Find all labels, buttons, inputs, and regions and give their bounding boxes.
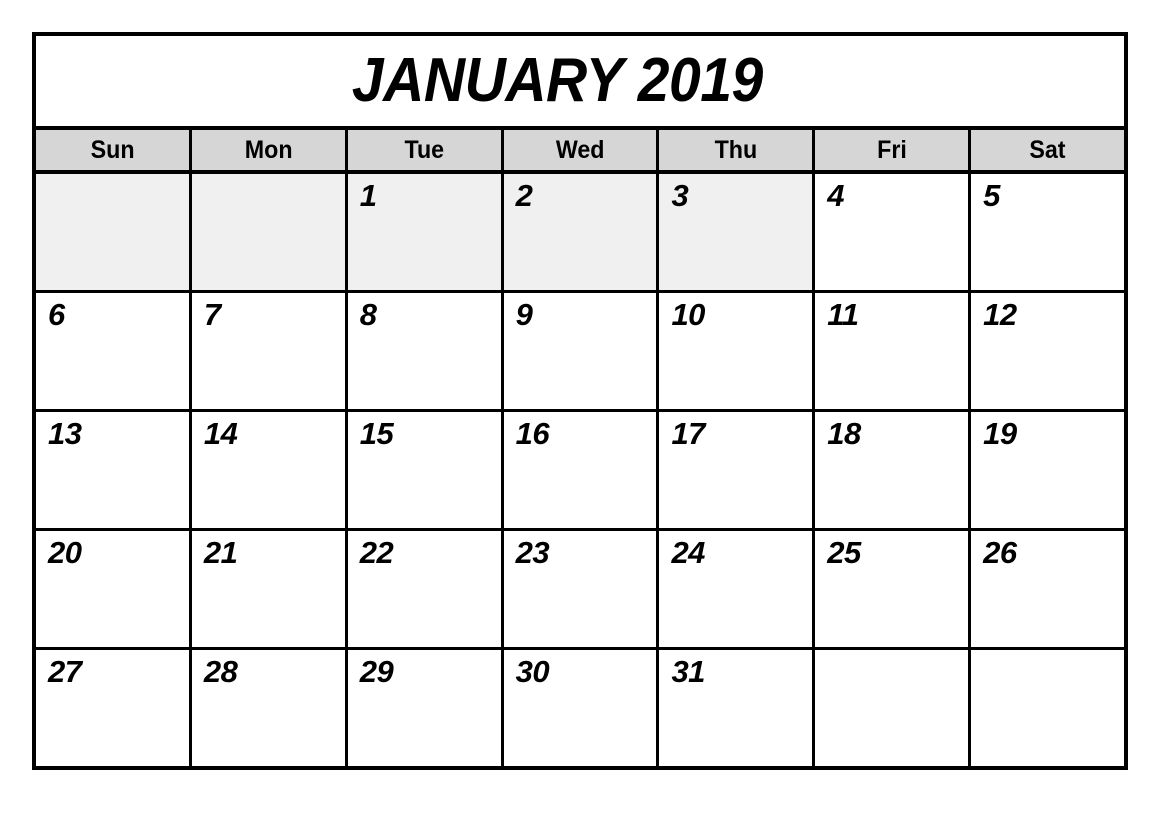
day-cell-16[interactable]: 16 (503, 412, 660, 528)
weekday-header-row: Sun Mon Tue Wed Thu Fri Sat (36, 130, 1125, 174)
day-number: 17 (671, 416, 705, 451)
day-cell-22[interactable]: 22 (347, 531, 504, 647)
page-title: JANUARY 2019 (351, 46, 763, 115)
day-cell-empty[interactable] (36, 174, 192, 290)
day-cell-empty[interactable] (815, 650, 972, 766)
day-cell-17[interactable]: 17 (659, 412, 816, 528)
day-number: 14 (203, 416, 238, 451)
weekday-label: Tue (404, 135, 444, 164)
day-number: 18 (827, 416, 861, 451)
week-row: 6 7 8 9 10 11 12 (36, 293, 1125, 412)
weekday-label: Wed (555, 135, 605, 164)
day-cell-27[interactable]: 27 (36, 650, 192, 766)
day-number: 25 (827, 535, 861, 570)
weekday-header-cell-mon: Mon (191, 130, 348, 170)
day-cell-4[interactable]: 4 (815, 174, 972, 290)
day-number: 28 (203, 654, 238, 689)
day-number: 22 (359, 535, 394, 570)
day-cell-30[interactable]: 30 (503, 650, 660, 766)
calendar-grid: 1 2 3 4 5 6 7 8 9 10 11 12 13 14 15 16 17 18 19 20 21 22 23 24 2… (36, 174, 1125, 766)
day-number: 26 (983, 535, 1017, 570)
calendar: JANUARY 2019 Sun Mon Tue Wed Thu Fri Sat 12345… (32, 32, 1128, 770)
day-cell-8[interactable]: 8 (347, 293, 504, 409)
day-cell-14[interactable]: 14 (191, 412, 348, 528)
day-number: 24 (671, 535, 705, 570)
day-cell-23[interactable]: 23 (503, 531, 660, 647)
day-cell-13[interactable]: 13 (36, 412, 192, 528)
day-number: 30 (515, 654, 550, 689)
weekday-label: Fri (876, 135, 907, 164)
day-cell-31[interactable]: 31 (659, 650, 816, 766)
day-cell-10[interactable]: 10 (659, 293, 816, 409)
day-cell-15[interactable]: 15 (347, 412, 504, 528)
day-cell-24[interactable]: 24 (659, 531, 816, 647)
day-cell-12[interactable]: 12 (971, 293, 1125, 409)
day-number: 2 (515, 178, 533, 213)
day-cell-empty[interactable] (971, 650, 1125, 766)
day-number: 13 (48, 416, 82, 451)
weekday-label: Sat (1029, 135, 1066, 164)
day-number: 8 (359, 297, 377, 332)
day-number: 12 (983, 297, 1017, 332)
day-cell-21[interactable]: 21 (191, 531, 348, 647)
day-cell-25[interactable]: 25 (815, 531, 972, 647)
weekday-label: Sun (90, 135, 135, 164)
day-cell-29[interactable]: 29 (347, 650, 504, 766)
day-cell-1[interactable]: 1 (347, 174, 504, 290)
weekday-header-cell-fri: Fri (815, 130, 972, 170)
weekday-header-cell-tue: Tue (347, 130, 504, 170)
week-row: 20 21 22 23 24 25 26 (36, 531, 1125, 650)
day-number: 9 (515, 297, 533, 332)
day-cell-6[interactable]: 6 (36, 293, 192, 409)
day-number: 20 (48, 535, 82, 570)
week-row: 27 28 29 30 31 (36, 650, 1125, 766)
day-cell-20[interactable]: 20 (36, 531, 192, 647)
weekday-header-cell-wed: Wed (503, 130, 660, 170)
weekday-label: Thu (714, 135, 758, 164)
day-cell-11[interactable]: 11 (815, 293, 972, 409)
day-cell-9[interactable]: 9 (503, 293, 660, 409)
day-cell-5[interactable]: 5 (971, 174, 1125, 290)
day-cell-18[interactable]: 18 (815, 412, 972, 528)
day-number: 21 (203, 535, 238, 570)
weekday-header-cell-thu: Thu (659, 130, 816, 170)
day-number: 6 (48, 297, 65, 332)
day-cell-26[interactable]: 26 (971, 531, 1125, 647)
day-cell-19[interactable]: 19 (971, 412, 1125, 528)
day-number: 15 (359, 416, 394, 451)
day-cell-2[interactable]: 2 (503, 174, 660, 290)
day-number: 10 (671, 297, 705, 332)
day-number: 27 (48, 654, 82, 689)
weekday-header-cell-sun: Sun (36, 130, 192, 170)
day-number: 23 (515, 535, 550, 570)
day-number: 7 (203, 297, 221, 332)
day-number: 11 (827, 297, 859, 332)
week-row: 1 2 3 4 5 (36, 174, 1125, 293)
day-cell-7[interactable]: 7 (191, 293, 348, 409)
day-number: 19 (983, 416, 1017, 451)
weekday-header-cell-sat: Sat (971, 130, 1125, 170)
day-number: 16 (515, 416, 550, 451)
day-cell-empty[interactable] (191, 174, 348, 290)
day-number: 29 (359, 654, 394, 689)
day-cell-3[interactable]: 3 (659, 174, 816, 290)
calendar-title-bar: JANUARY 2019 (36, 36, 1124, 130)
day-cell-28[interactable]: 28 (191, 650, 348, 766)
day-number: 4 (827, 178, 845, 213)
day-number: 3 (671, 178, 689, 213)
day-number: 5 (983, 178, 1000, 213)
day-number: 1 (359, 178, 377, 213)
weekday-label: Mon (244, 135, 293, 164)
day-number: 31 (671, 654, 705, 689)
week-row: 13 14 15 16 17 18 19 (36, 412, 1125, 531)
